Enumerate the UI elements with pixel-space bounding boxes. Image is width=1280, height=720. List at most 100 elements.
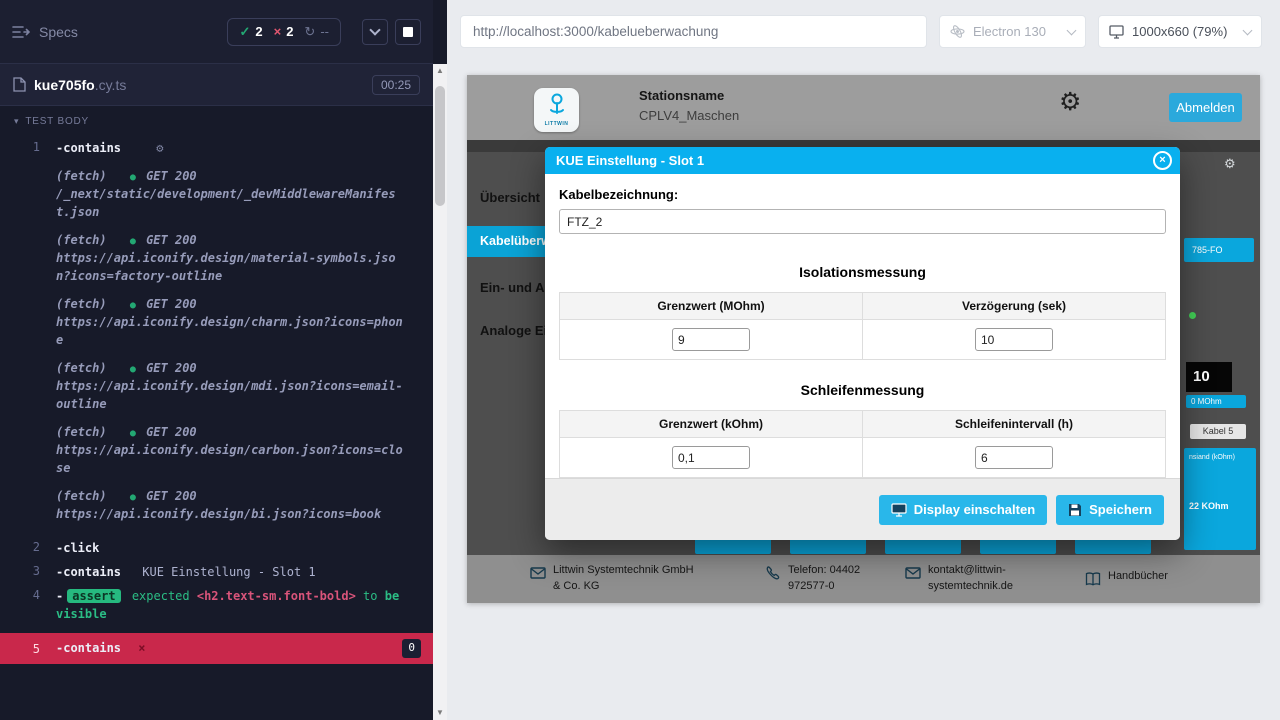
spec-file-icon (13, 77, 26, 92)
runner-scrollbar[interactable]: ▲ ▼ (433, 0, 447, 720)
footer-email: kontakt@littwin-systemtechnik.de (905, 563, 1040, 595)
isolation-table: Grenzwert (MOhm) Verzögerung (sek) (559, 292, 1166, 360)
fetch-url: https://api.iconify.design/bi.json?icons… (56, 505, 409, 523)
chevron-down-icon (369, 24, 380, 35)
littwin-logo-icon (547, 92, 567, 116)
cable-designation-input[interactable] (559, 209, 1166, 234)
failed-count: 2 (286, 24, 293, 39)
fetch-tag: (fetch) (56, 361, 107, 375)
fetch-method: GET 200 (146, 425, 197, 439)
command-row-assert[interactable]: 4 -assert expected <h2.text-sm.font-bold… (0, 587, 433, 623)
specs-menu-icon[interactable] (12, 25, 30, 39)
network-log-entry: (fetch) ● GET 200 https://api.iconify.de… (56, 295, 409, 349)
command-name: -contains (56, 141, 121, 155)
nav-item-uebersicht[interactable]: Übersicht (480, 190, 540, 205)
station-value: CPLV4_Maschen (639, 108, 739, 123)
isolation-delay-input[interactable] (975, 328, 1053, 351)
viewport-select[interactable]: 1000x660 (79%) (1098, 15, 1262, 48)
scrollbar-track[interactable]: ▲ ▼ (433, 64, 447, 720)
logout-button[interactable]: Abmelden (1169, 93, 1242, 122)
nav-item-ein-ausgaenge[interactable]: Ein- und Au (480, 280, 552, 295)
status-ok-dot (1189, 312, 1196, 319)
device-chip: 785-FO (1184, 238, 1254, 262)
kohm-value: 22 KOhm (1189, 501, 1256, 511)
app-logo: LITTWIN (534, 88, 579, 132)
loop-limit-input[interactable] (672, 446, 750, 469)
fetch-tag: (fetch) (56, 489, 107, 503)
network-log-entry: (fetch) ● GET 200 https://api.iconify.de… (56, 231, 409, 285)
command-row-contains-1[interactable]: 1 -contains ⚙ (fetch) ● GET 200 /_next/s… (0, 139, 433, 523)
scrollbar-thumb[interactable] (435, 86, 445, 206)
panel-fragment (1184, 534, 1256, 550)
footer-company: Littwin Systemtechnik GmbH & Co. KG (530, 563, 695, 595)
command-name: -contains (56, 641, 121, 655)
status-dot-icon: ● (130, 492, 136, 503)
command-row-click[interactable]: 2 -click (0, 539, 433, 557)
spec-file-row[interactable]: kue705fo.cy.ts 00:25 (0, 64, 433, 106)
isolation-col-delay: Verzögerung (sek) (863, 293, 1166, 320)
loop-col-limit: Grenzwert (kOhm) (560, 411, 863, 438)
specs-label: Specs (39, 24, 78, 40)
cypress-runner-panel: Specs ✓ 2 × 2 ↻ -- kue705fo.cy.ts 00:25 (0, 0, 433, 720)
spec-timer: 00:25 (372, 75, 420, 95)
chevron-down-icon (1067, 25, 1077, 35)
isolation-limit-input[interactable] (672, 328, 750, 351)
fetch-method: GET 200 (146, 233, 197, 247)
monitor-icon (1109, 25, 1124, 39)
logo-text: LITTWIN (534, 121, 579, 127)
modal-body: Kabelbezeichnung: Isolationsmessung Gren… (545, 174, 1180, 478)
fetch-url: https://api.iconify.design/charm.json?ic… (56, 313, 409, 349)
display-on-label: Display einschalten (914, 502, 1035, 517)
mail-icon (530, 565, 546, 581)
fetch-tag: (fetch) (56, 169, 107, 183)
display-on-button[interactable]: Display einschalten (879, 495, 1047, 525)
nav-item-analoge-eingaenge[interactable]: Analoge Ei (480, 323, 547, 338)
fetch-url: https://api.iconify.design/carbon.json?i… (56, 441, 409, 477)
isolation-section-title: Isolationsmessung (559, 264, 1166, 280)
fetch-tag: (fetch) (56, 233, 107, 247)
assert-tail: to (363, 589, 377, 603)
scroll-up-icon[interactable]: ▲ (433, 64, 447, 78)
collapse-button[interactable] (362, 19, 388, 45)
app-footer: Littwin Systemtechnik GmbH & Co. KG Tele… (467, 555, 1260, 603)
fetch-method: GET 200 (146, 297, 197, 311)
status-dot-icon: ● (130, 172, 136, 183)
chevron-down-icon (1243, 25, 1253, 35)
status-dot-icon: ● (130, 428, 136, 439)
measurement-unit-chip: 0 MOhm (1186, 395, 1246, 408)
slot-gear-icon[interactable]: ⚙ (1224, 156, 1236, 172)
stop-button[interactable] (395, 19, 421, 45)
command-row-contains-2[interactable]: 3 -contains KUE Einstellung - Slot 1 (0, 563, 433, 581)
stop-icon (403, 27, 413, 37)
network-log-entry: (fetch) ● GET 200 https://api.iconify.de… (56, 359, 409, 413)
save-button[interactable]: Speichern (1056, 495, 1164, 525)
settings-gear-icon[interactable]: ⚙ (1059, 90, 1081, 115)
save-label: Speichern (1089, 502, 1152, 517)
cable-designation-label: Kabelbezeichnung: (559, 187, 1166, 202)
url-input[interactable] (460, 15, 927, 48)
footer-manuals-link[interactable]: Handbücher (1085, 569, 1168, 587)
station-info: Stationsname CPLV4_Maschen (639, 88, 739, 123)
pending-stat: ↻ -- (304, 24, 329, 40)
isolation-col-limit: Grenzwert (MOhm) (560, 293, 863, 320)
command-log: 1 -contains ⚙ (fetch) ● GET 200 /_next/s… (0, 133, 433, 664)
company-text: Littwin Systemtechnik GmbH & Co. KG (553, 563, 695, 595)
fetch-tag: (fetch) (56, 425, 107, 439)
network-log-entry: (fetch) ● GET 200 /_next/static/developm… (56, 167, 409, 221)
close-icon[interactable]: × (1153, 151, 1172, 170)
station-label: Stationsname (639, 88, 739, 103)
spec-extension: .cy.ts (95, 77, 127, 93)
browser-select[interactable]: Electron 130 (939, 15, 1086, 48)
failed-stat: × 2 (274, 24, 294, 39)
fetch-url: https://api.iconify.design/material-symb… (56, 249, 409, 285)
app-under-test: LITTWIN Stationsname CPLV4_Maschen ⚙ Abm… (467, 75, 1260, 603)
scroll-down-icon[interactable]: ▼ (433, 706, 447, 720)
browser-select-label: Electron 130 (973, 24, 1046, 39)
gear-icon: ⚙ (156, 141, 163, 155)
command-row-contains-failed[interactable]: 5 -contains × 0 (0, 633, 433, 664)
loop-interval-input[interactable] (975, 446, 1053, 469)
command-number: 1 (0, 139, 56, 523)
test-body-toggle[interactable]: ▾ TEST BODY (0, 106, 433, 133)
caret-down-icon: ▾ (14, 116, 19, 127)
fetch-tag: (fetch) (56, 297, 107, 311)
